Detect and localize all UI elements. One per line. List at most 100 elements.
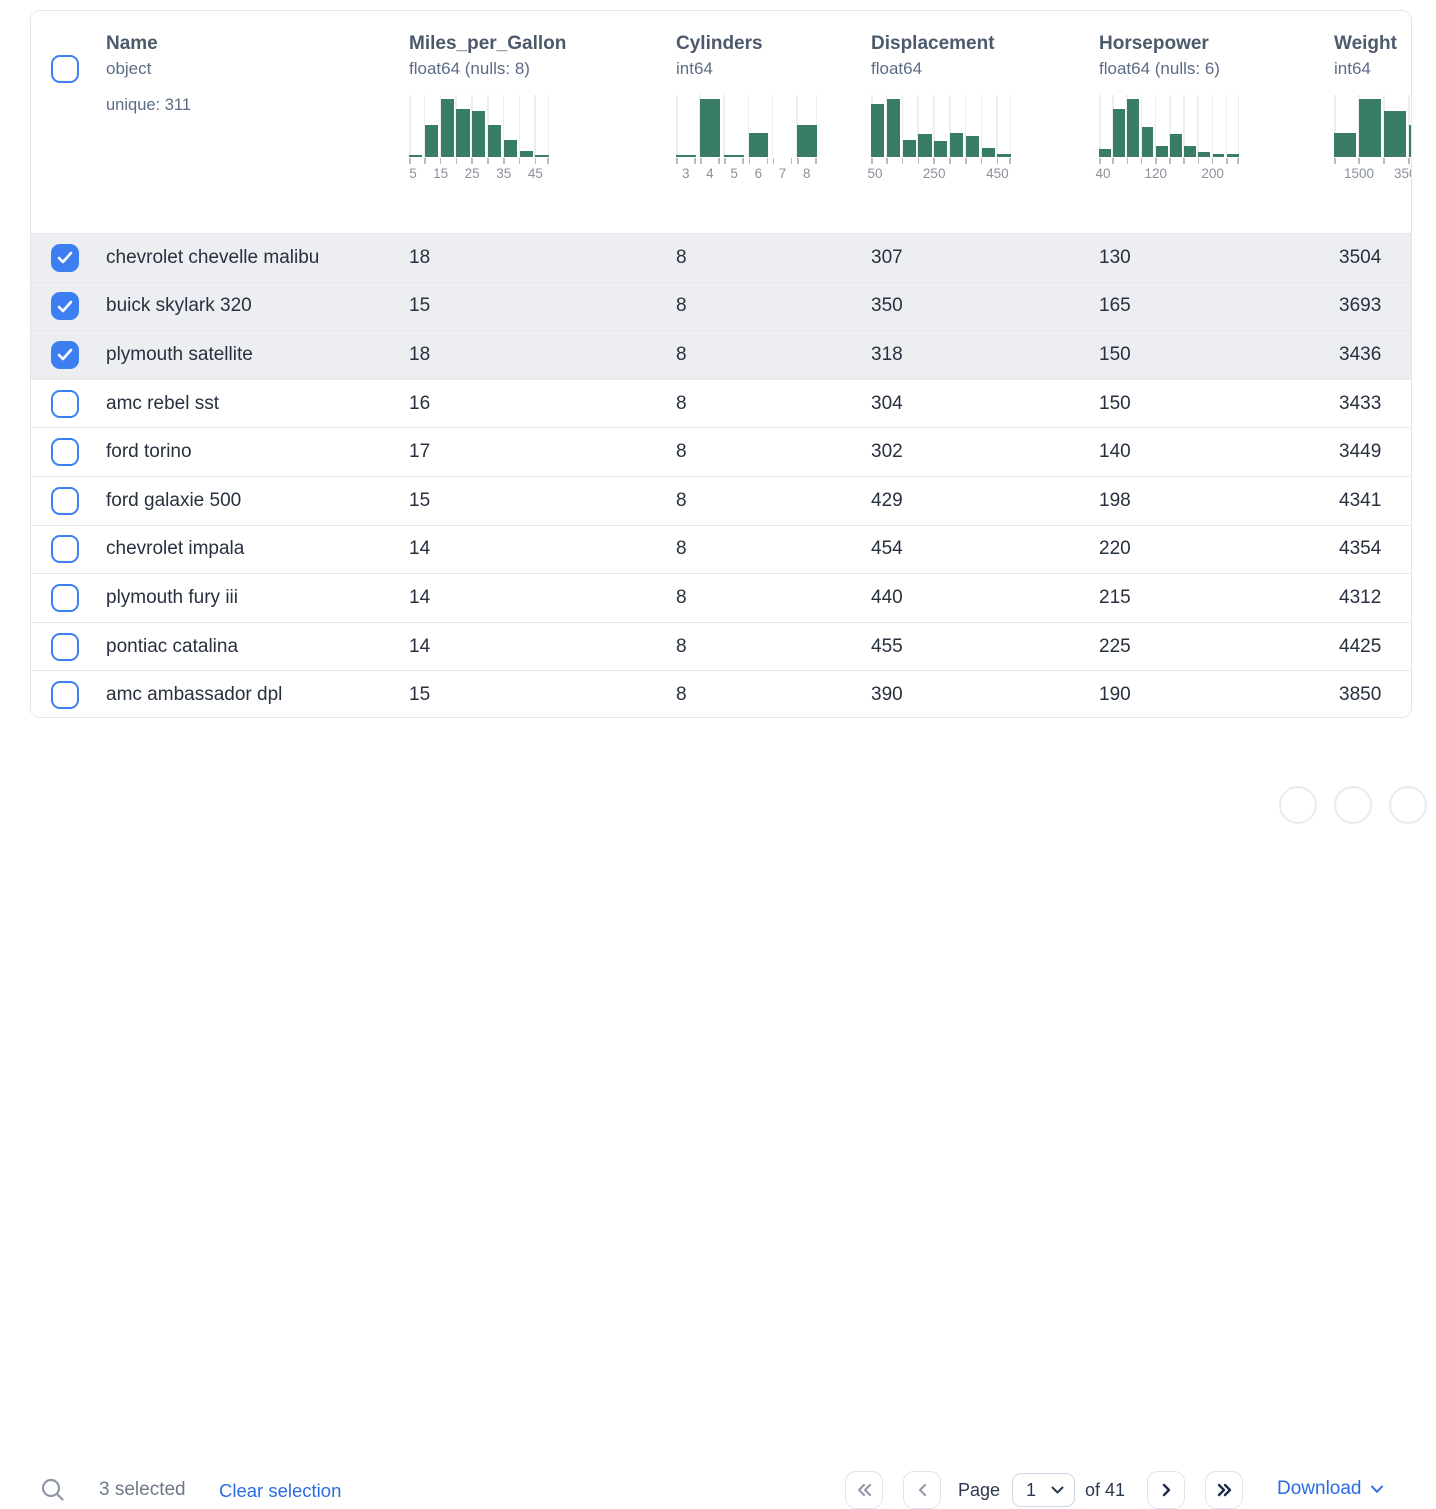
download-button[interactable]: Download bbox=[1277, 1478, 1384, 1500]
row-checkbox[interactable] bbox=[51, 681, 79, 709]
column-dtype: object bbox=[106, 56, 191, 82]
column-header-weight[interactable]: Weight int64 15003500 bbox=[1334, 31, 1397, 183]
histogram-weight[interactable]: 15003500 bbox=[1334, 95, 1397, 183]
row-checkbox[interactable] bbox=[51, 633, 79, 661]
histogram-horsepower[interactable]: 40120200 bbox=[1099, 95, 1220, 183]
checkmark-icon bbox=[57, 300, 73, 313]
axis-tick bbox=[424, 158, 426, 164]
cell-cylinders: 8 bbox=[676, 393, 687, 415]
axis-tick bbox=[1155, 158, 1157, 164]
table-body: chevrolet chevelle malibu1883071303504bu… bbox=[31, 233, 1411, 718]
cell-name: amc rebel sst bbox=[106, 393, 219, 415]
axis-tick bbox=[440, 158, 442, 164]
cell-displacement: 318 bbox=[871, 344, 903, 366]
cell-cylinders: 8 bbox=[676, 247, 687, 269]
select-all-checkbox[interactable] bbox=[51, 55, 79, 83]
page-select-value: 1 bbox=[1026, 1480, 1036, 1501]
cell-cylinders: 8 bbox=[676, 295, 687, 317]
row-checkbox[interactable] bbox=[51, 292, 79, 320]
table-row: plymouth satellite1883181503436 bbox=[31, 330, 1411, 379]
axis-tick-label: 3500 bbox=[1394, 166, 1412, 181]
histogram-bar bbox=[1099, 149, 1111, 157]
axis-tick bbox=[676, 158, 678, 164]
cell-name: buick skylark 320 bbox=[106, 295, 252, 317]
axis-tick bbox=[997, 158, 999, 164]
gridline bbox=[1212, 95, 1214, 157]
column-header-horsepower[interactable]: Horsepower float64 (nulls: 6) 40120200 bbox=[1099, 31, 1220, 183]
row-checkbox[interactable] bbox=[51, 535, 79, 563]
search-icon[interactable] bbox=[40, 1477, 66, 1503]
histogram-displacement[interactable]: 50250450 bbox=[871, 95, 995, 183]
cell-horsepower: 220 bbox=[1099, 538, 1131, 560]
cell-miles_per_gallon: 14 bbox=[409, 538, 430, 560]
row-checkbox[interactable] bbox=[51, 390, 79, 418]
cell-miles_per_gallon: 17 bbox=[409, 441, 430, 463]
histogram-bar bbox=[456, 109, 469, 157]
column-header-displacement[interactable]: Displacement float64 50250450 bbox=[871, 31, 995, 183]
axis-tick bbox=[1127, 158, 1129, 164]
axis-tick bbox=[503, 158, 505, 164]
histogram-bar bbox=[1227, 154, 1239, 157]
histogram-bar bbox=[1170, 134, 1182, 157]
column-header-name[interactable]: Name object unique: 311 bbox=[106, 31, 191, 115]
row-checkbox[interactable] bbox=[51, 341, 79, 369]
column-header-miles-per-gallon[interactable]: Miles_per_Gallon float64 (nulls: 8) 5152… bbox=[409, 31, 566, 183]
column-header-cylinders[interactable]: Cylinders int64 345678 bbox=[676, 31, 763, 183]
cell-name: pontiac catalina bbox=[106, 636, 238, 658]
table-row: amc ambassador dpl1583901903850 bbox=[31, 670, 1411, 718]
cell-cylinders: 8 bbox=[676, 344, 687, 366]
histogram-bar bbox=[1142, 127, 1154, 157]
axis-tick bbox=[724, 158, 726, 164]
histogram-bar bbox=[1184, 146, 1196, 157]
table-row: chevrolet chevelle malibu1883071303504 bbox=[31, 233, 1411, 282]
row-checkbox[interactable] bbox=[51, 244, 79, 272]
cell-displacement: 307 bbox=[871, 247, 903, 269]
axis-tick-label: 35 bbox=[496, 166, 511, 181]
cell-displacement: 390 bbox=[871, 684, 903, 706]
row-checkbox[interactable] bbox=[51, 438, 79, 466]
histogram-bar bbox=[982, 148, 995, 157]
axis-tick bbox=[1408, 158, 1410, 164]
column-title: Weight bbox=[1334, 31, 1397, 56]
column-title: Name bbox=[106, 31, 191, 56]
histogram-bar bbox=[535, 155, 548, 157]
page-select[interactable]: 1 bbox=[1012, 1473, 1075, 1507]
cell-displacement: 350 bbox=[871, 295, 903, 317]
cell-horsepower: 140 bbox=[1099, 441, 1131, 463]
next-page-button[interactable] bbox=[1147, 1471, 1185, 1509]
axis-tick bbox=[902, 158, 904, 164]
axis-tick bbox=[886, 158, 888, 164]
histogram-bar bbox=[425, 125, 438, 157]
histogram-bar bbox=[918, 134, 931, 157]
cell-name: plymouth fury iii bbox=[106, 587, 238, 609]
last-page-button[interactable] bbox=[1205, 1471, 1243, 1509]
cell-horsepower: 130 bbox=[1099, 247, 1131, 269]
table-header-row: Name object unique: 311 Miles_per_Gallon… bbox=[31, 11, 1411, 233]
histogram-bar bbox=[1113, 109, 1125, 157]
cell-displacement: 455 bbox=[871, 636, 903, 658]
data-table-card: Name object unique: 311 Miles_per_Gallon… bbox=[30, 10, 1412, 718]
chevron-right-icon bbox=[1161, 1483, 1172, 1497]
axis-tick bbox=[797, 158, 799, 164]
histogram-cylinders[interactable]: 345678 bbox=[676, 95, 763, 183]
previous-page-button[interactable] bbox=[903, 1471, 941, 1509]
histogram-bar bbox=[488, 125, 501, 157]
cell-miles_per_gallon: 15 bbox=[409, 295, 430, 317]
table-row: buick skylark 3201583501653693 bbox=[31, 282, 1411, 331]
row-checkbox[interactable] bbox=[51, 487, 79, 515]
row-checkbox[interactable] bbox=[51, 584, 79, 612]
cell-name: chevrolet chevelle malibu bbox=[106, 247, 319, 269]
cell-cylinders: 8 bbox=[676, 684, 687, 706]
histogram-bar bbox=[1213, 154, 1225, 157]
cell-miles_per_gallon: 18 bbox=[409, 344, 430, 366]
axis-tick-label: 7 bbox=[779, 166, 787, 181]
histogram-miles-per-gallon[interactable]: 515253545 bbox=[409, 95, 566, 183]
first-page-button[interactable] bbox=[845, 1471, 883, 1509]
axis-tick bbox=[1099, 158, 1101, 164]
cell-weight: 3436 bbox=[1339, 344, 1381, 366]
cell-weight: 4425 bbox=[1339, 636, 1381, 658]
axis-tick-label: 3 bbox=[682, 166, 690, 181]
cell-cylinders: 8 bbox=[676, 490, 687, 512]
histogram-bar bbox=[700, 99, 720, 157]
clear-selection-link[interactable]: Clear selection bbox=[219, 1480, 341, 1502]
